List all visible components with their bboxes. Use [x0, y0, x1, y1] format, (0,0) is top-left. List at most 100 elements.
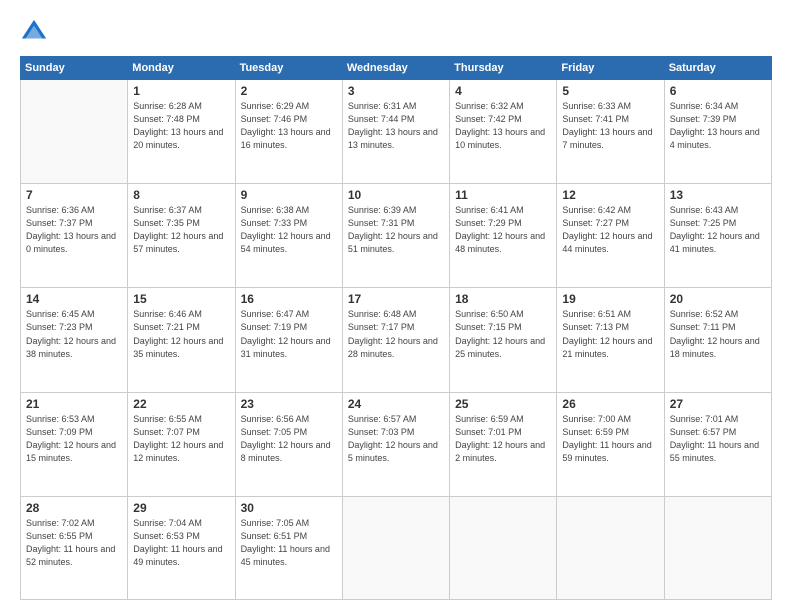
day-number: 3: [348, 84, 444, 98]
logo-icon: [20, 18, 48, 46]
calendar-cell: 27 Sunrise: 7:01 AMSunset: 6:57 PMDaylig…: [664, 392, 771, 496]
day-info: Sunrise: 6:55 AMSunset: 7:07 PMDaylight:…: [133, 414, 223, 463]
day-number: 18: [455, 292, 551, 306]
day-info: Sunrise: 6:38 AMSunset: 7:33 PMDaylight:…: [241, 205, 331, 254]
week-row-4: 21 Sunrise: 6:53 AMSunset: 7:09 PMDaylig…: [21, 392, 772, 496]
calendar-cell: [557, 496, 664, 599]
calendar-cell: 13 Sunrise: 6:43 AMSunset: 7:25 PMDaylig…: [664, 184, 771, 288]
header: [20, 18, 772, 46]
day-info: Sunrise: 6:37 AMSunset: 7:35 PMDaylight:…: [133, 205, 223, 254]
day-info: Sunrise: 6:41 AMSunset: 7:29 PMDaylight:…: [455, 205, 545, 254]
calendar-cell: 20 Sunrise: 6:52 AMSunset: 7:11 PMDaylig…: [664, 288, 771, 392]
calendar-cell: 8 Sunrise: 6:37 AMSunset: 7:35 PMDayligh…: [128, 184, 235, 288]
day-number: 12: [562, 188, 658, 202]
calendar-cell: 6 Sunrise: 6:34 AMSunset: 7:39 PMDayligh…: [664, 80, 771, 184]
day-info: Sunrise: 6:29 AMSunset: 7:46 PMDaylight:…: [241, 101, 331, 150]
weekday-header-monday: Monday: [128, 57, 235, 80]
day-number: 24: [348, 397, 444, 411]
calendar-cell: 15 Sunrise: 6:46 AMSunset: 7:21 PMDaylig…: [128, 288, 235, 392]
day-number: 13: [670, 188, 766, 202]
day-info: Sunrise: 6:32 AMSunset: 7:42 PMDaylight:…: [455, 101, 545, 150]
day-info: Sunrise: 6:36 AMSunset: 7:37 PMDaylight:…: [26, 205, 116, 254]
calendar-cell: 30 Sunrise: 7:05 AMSunset: 6:51 PMDaylig…: [235, 496, 342, 599]
day-number: 9: [241, 188, 337, 202]
day-number: 30: [241, 501, 337, 515]
day-number: 28: [26, 501, 122, 515]
calendar-cell: 23 Sunrise: 6:56 AMSunset: 7:05 PMDaylig…: [235, 392, 342, 496]
day-info: Sunrise: 6:28 AMSunset: 7:48 PMDaylight:…: [133, 101, 223, 150]
day-info: Sunrise: 6:59 AMSunset: 7:01 PMDaylight:…: [455, 414, 545, 463]
day-info: Sunrise: 7:05 AMSunset: 6:51 PMDaylight:…: [241, 518, 330, 567]
day-number: 4: [455, 84, 551, 98]
calendar-cell: 11 Sunrise: 6:41 AMSunset: 7:29 PMDaylig…: [450, 184, 557, 288]
calendar-cell: [664, 496, 771, 599]
calendar-cell: 17 Sunrise: 6:48 AMSunset: 7:17 PMDaylig…: [342, 288, 449, 392]
week-row-3: 14 Sunrise: 6:45 AMSunset: 7:23 PMDaylig…: [21, 288, 772, 392]
day-number: 19: [562, 292, 658, 306]
calendar-cell: 18 Sunrise: 6:50 AMSunset: 7:15 PMDaylig…: [450, 288, 557, 392]
calendar-cell: 3 Sunrise: 6:31 AMSunset: 7:44 PMDayligh…: [342, 80, 449, 184]
week-row-5: 28 Sunrise: 7:02 AMSunset: 6:55 PMDaylig…: [21, 496, 772, 599]
day-info: Sunrise: 6:47 AMSunset: 7:19 PMDaylight:…: [241, 309, 331, 358]
day-info: Sunrise: 6:56 AMSunset: 7:05 PMDaylight:…: [241, 414, 331, 463]
day-number: 23: [241, 397, 337, 411]
day-number: 10: [348, 188, 444, 202]
calendar-cell: 28 Sunrise: 7:02 AMSunset: 6:55 PMDaylig…: [21, 496, 128, 599]
weekday-header-friday: Friday: [557, 57, 664, 80]
page: SundayMondayTuesdayWednesdayThursdayFrid…: [0, 0, 792, 612]
week-row-2: 7 Sunrise: 6:36 AMSunset: 7:37 PMDayligh…: [21, 184, 772, 288]
day-number: 2: [241, 84, 337, 98]
day-info: Sunrise: 6:34 AMSunset: 7:39 PMDaylight:…: [670, 101, 760, 150]
weekday-header-tuesday: Tuesday: [235, 57, 342, 80]
day-info: Sunrise: 6:42 AMSunset: 7:27 PMDaylight:…: [562, 205, 652, 254]
day-info: Sunrise: 6:53 AMSunset: 7:09 PMDaylight:…: [26, 414, 116, 463]
calendar-cell: [342, 496, 449, 599]
calendar-cell: 9 Sunrise: 6:38 AMSunset: 7:33 PMDayligh…: [235, 184, 342, 288]
calendar-cell: 16 Sunrise: 6:47 AMSunset: 7:19 PMDaylig…: [235, 288, 342, 392]
calendar-cell: 5 Sunrise: 6:33 AMSunset: 7:41 PMDayligh…: [557, 80, 664, 184]
day-info: Sunrise: 7:01 AMSunset: 6:57 PMDaylight:…: [670, 414, 759, 463]
calendar-cell: 1 Sunrise: 6:28 AMSunset: 7:48 PMDayligh…: [128, 80, 235, 184]
week-row-1: 1 Sunrise: 6:28 AMSunset: 7:48 PMDayligh…: [21, 80, 772, 184]
day-number: 11: [455, 188, 551, 202]
calendar-cell: 29 Sunrise: 7:04 AMSunset: 6:53 PMDaylig…: [128, 496, 235, 599]
calendar-cell: 4 Sunrise: 6:32 AMSunset: 7:42 PMDayligh…: [450, 80, 557, 184]
day-number: 14: [26, 292, 122, 306]
calendar-cell: 24 Sunrise: 6:57 AMSunset: 7:03 PMDaylig…: [342, 392, 449, 496]
day-info: Sunrise: 6:50 AMSunset: 7:15 PMDaylight:…: [455, 309, 545, 358]
day-number: 17: [348, 292, 444, 306]
day-number: 16: [241, 292, 337, 306]
day-number: 5: [562, 84, 658, 98]
calendar-cell: 22 Sunrise: 6:55 AMSunset: 7:07 PMDaylig…: [128, 392, 235, 496]
day-number: 27: [670, 397, 766, 411]
day-number: 20: [670, 292, 766, 306]
day-number: 6: [670, 84, 766, 98]
weekday-header-row: SundayMondayTuesdayWednesdayThursdayFrid…: [21, 57, 772, 80]
day-info: Sunrise: 6:45 AMSunset: 7:23 PMDaylight:…: [26, 309, 116, 358]
day-info: Sunrise: 7:02 AMSunset: 6:55 PMDaylight:…: [26, 518, 115, 567]
calendar-cell: 10 Sunrise: 6:39 AMSunset: 7:31 PMDaylig…: [342, 184, 449, 288]
day-info: Sunrise: 6:31 AMSunset: 7:44 PMDaylight:…: [348, 101, 438, 150]
logo: [20, 18, 52, 46]
day-number: 8: [133, 188, 229, 202]
day-number: 7: [26, 188, 122, 202]
calendar-cell: 12 Sunrise: 6:42 AMSunset: 7:27 PMDaylig…: [557, 184, 664, 288]
day-number: 25: [455, 397, 551, 411]
day-info: Sunrise: 6:39 AMSunset: 7:31 PMDaylight:…: [348, 205, 438, 254]
calendar-cell: 2 Sunrise: 6:29 AMSunset: 7:46 PMDayligh…: [235, 80, 342, 184]
calendar-cell: 14 Sunrise: 6:45 AMSunset: 7:23 PMDaylig…: [21, 288, 128, 392]
day-number: 1: [133, 84, 229, 98]
calendar-cell: 7 Sunrise: 6:36 AMSunset: 7:37 PMDayligh…: [21, 184, 128, 288]
weekday-header-wednesday: Wednesday: [342, 57, 449, 80]
calendar-cell: 25 Sunrise: 6:59 AMSunset: 7:01 PMDaylig…: [450, 392, 557, 496]
calendar-table: SundayMondayTuesdayWednesdayThursdayFrid…: [20, 56, 772, 600]
day-number: 22: [133, 397, 229, 411]
day-number: 29: [133, 501, 229, 515]
calendar-cell: 21 Sunrise: 6:53 AMSunset: 7:09 PMDaylig…: [21, 392, 128, 496]
day-info: Sunrise: 6:52 AMSunset: 7:11 PMDaylight:…: [670, 309, 760, 358]
calendar-cell: 19 Sunrise: 6:51 AMSunset: 7:13 PMDaylig…: [557, 288, 664, 392]
calendar-cell: [450, 496, 557, 599]
day-number: 26: [562, 397, 658, 411]
day-number: 21: [26, 397, 122, 411]
day-info: Sunrise: 7:00 AMSunset: 6:59 PMDaylight:…: [562, 414, 651, 463]
